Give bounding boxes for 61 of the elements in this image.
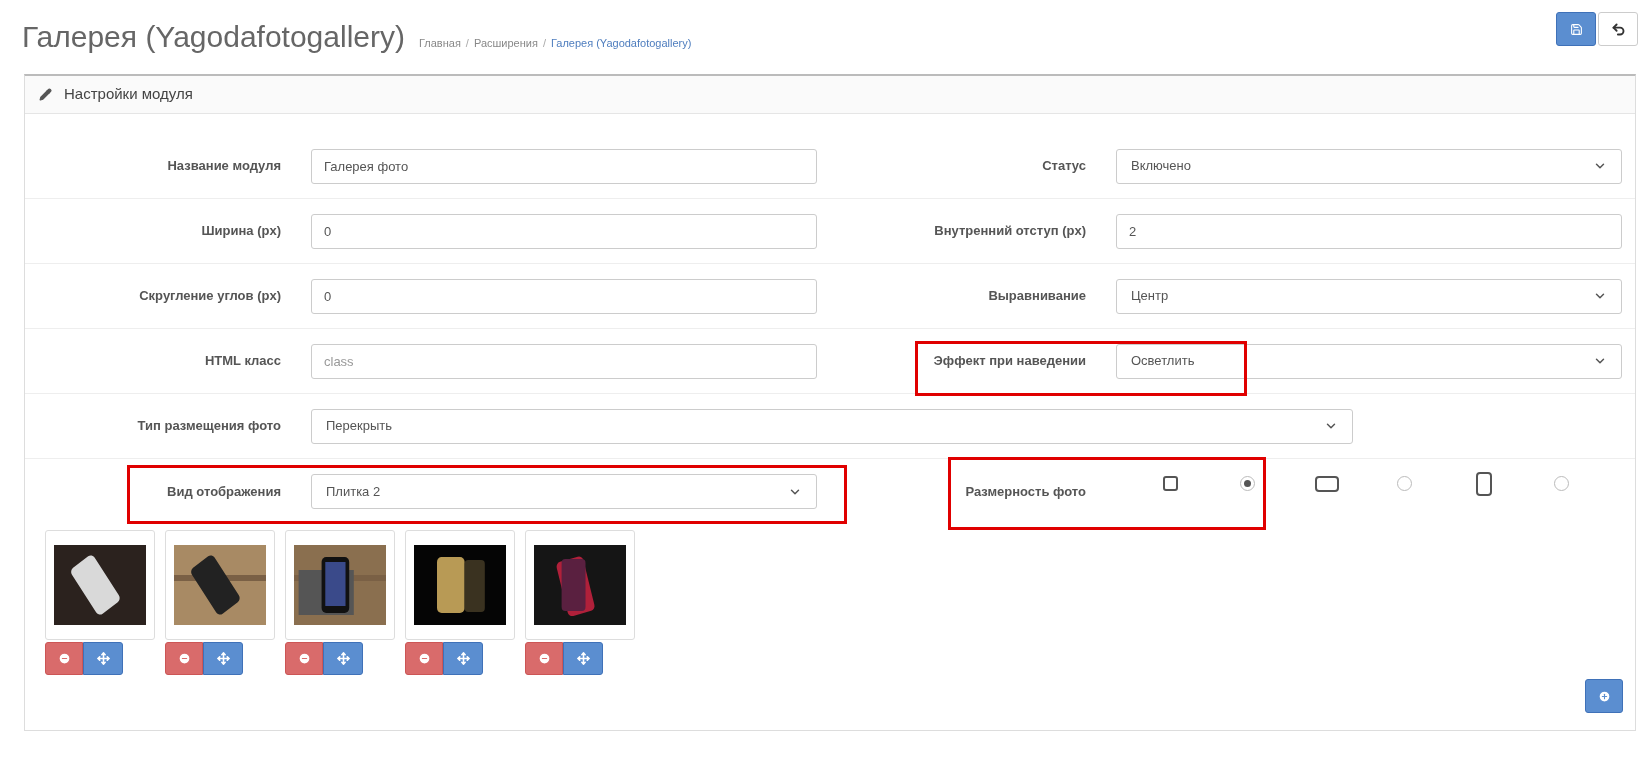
portrait-shape-icon bbox=[1476, 471, 1492, 496]
radio-button[interactable] bbox=[1397, 476, 1412, 491]
field-label: Скругление углов (px) bbox=[138, 287, 282, 306]
field-label: Вид отображения bbox=[166, 482, 282, 501]
text-field[interactable]: 0 bbox=[311, 278, 817, 314]
back-arrow-icon bbox=[1610, 21, 1626, 37]
field-label: HTML класс bbox=[203, 352, 282, 371]
landscape-shape-icon bbox=[1315, 475, 1339, 492]
minus-icon bbox=[537, 652, 551, 665]
add-photo-button[interactable] bbox=[1585, 679, 1623, 713]
move-icon bbox=[336, 652, 350, 665]
breadcrumb-link[interactable]: Главная bbox=[419, 35, 461, 52]
move-button[interactable] bbox=[563, 642, 603, 675]
select-field[interactable]: Перекрыть bbox=[311, 408, 1353, 444]
pencil-icon bbox=[39, 88, 52, 101]
delete-button[interactable] bbox=[525, 642, 563, 675]
minus-icon bbox=[177, 652, 191, 665]
breadcrumb-link[interactable]: Галерея (Yagodafotogallery) bbox=[550, 35, 692, 52]
text-field[interactable]: class bbox=[311, 343, 817, 379]
page-title: Галерея (Yagodafotogallery) bbox=[22, 19, 405, 55]
select-field[interactable]: Включено bbox=[1116, 148, 1622, 184]
move-icon bbox=[216, 652, 230, 665]
field-label: Размерность фото bbox=[964, 482, 1087, 501]
breadcrumb-separator: / bbox=[542, 36, 546, 51]
move-button[interactable] bbox=[323, 642, 363, 675]
delete-button[interactable] bbox=[285, 642, 323, 675]
radio-button[interactable] bbox=[1240, 476, 1255, 491]
save-button[interactable] bbox=[1556, 12, 1596, 46]
radio-button[interactable] bbox=[1554, 476, 1569, 491]
move-icon bbox=[456, 652, 470, 665]
move-button[interactable] bbox=[83, 642, 123, 675]
text-field[interactable]: Галерея фото bbox=[311, 148, 817, 184]
delete-button[interactable] bbox=[165, 642, 203, 675]
select-field[interactable]: Плитка 2 bbox=[311, 474, 817, 509]
square-shape-icon bbox=[1162, 476, 1178, 491]
minus-icon bbox=[297, 652, 311, 665]
plus-icon bbox=[1597, 689, 1611, 703]
delete-button[interactable] bbox=[45, 642, 83, 675]
field-label: Ширина (px) bbox=[200, 222, 282, 241]
field-label: Статус bbox=[1041, 157, 1087, 176]
field-label: Внутренний отступ (px) bbox=[933, 222, 1087, 241]
move-button[interactable] bbox=[443, 642, 483, 675]
minus-icon bbox=[417, 652, 431, 665]
field-label: Тип размещения фото bbox=[136, 417, 282, 436]
select-field[interactable]: Центр bbox=[1116, 278, 1622, 314]
select-field[interactable]: Осветлить bbox=[1116, 343, 1622, 379]
breadcrumb-separator: / bbox=[465, 36, 469, 51]
breadcrumb-link[interactable]: Расширения bbox=[473, 35, 538, 52]
field-label: Выравнивание bbox=[987, 287, 1087, 306]
move-icon bbox=[576, 652, 590, 665]
save-icon bbox=[1569, 22, 1583, 36]
text-field[interactable]: 2 bbox=[1116, 213, 1622, 249]
field-label: Название модуля bbox=[166, 157, 282, 176]
field-label: Эффект при наведении bbox=[932, 352, 1087, 371]
move-button[interactable] bbox=[203, 642, 243, 675]
panel-title: Настройки модуля bbox=[64, 84, 193, 105]
move-icon bbox=[96, 652, 110, 665]
back-button[interactable] bbox=[1598, 12, 1638, 46]
minus-icon bbox=[57, 652, 71, 665]
text-field[interactable]: 0 bbox=[311, 213, 817, 249]
delete-button[interactable] bbox=[405, 642, 443, 675]
